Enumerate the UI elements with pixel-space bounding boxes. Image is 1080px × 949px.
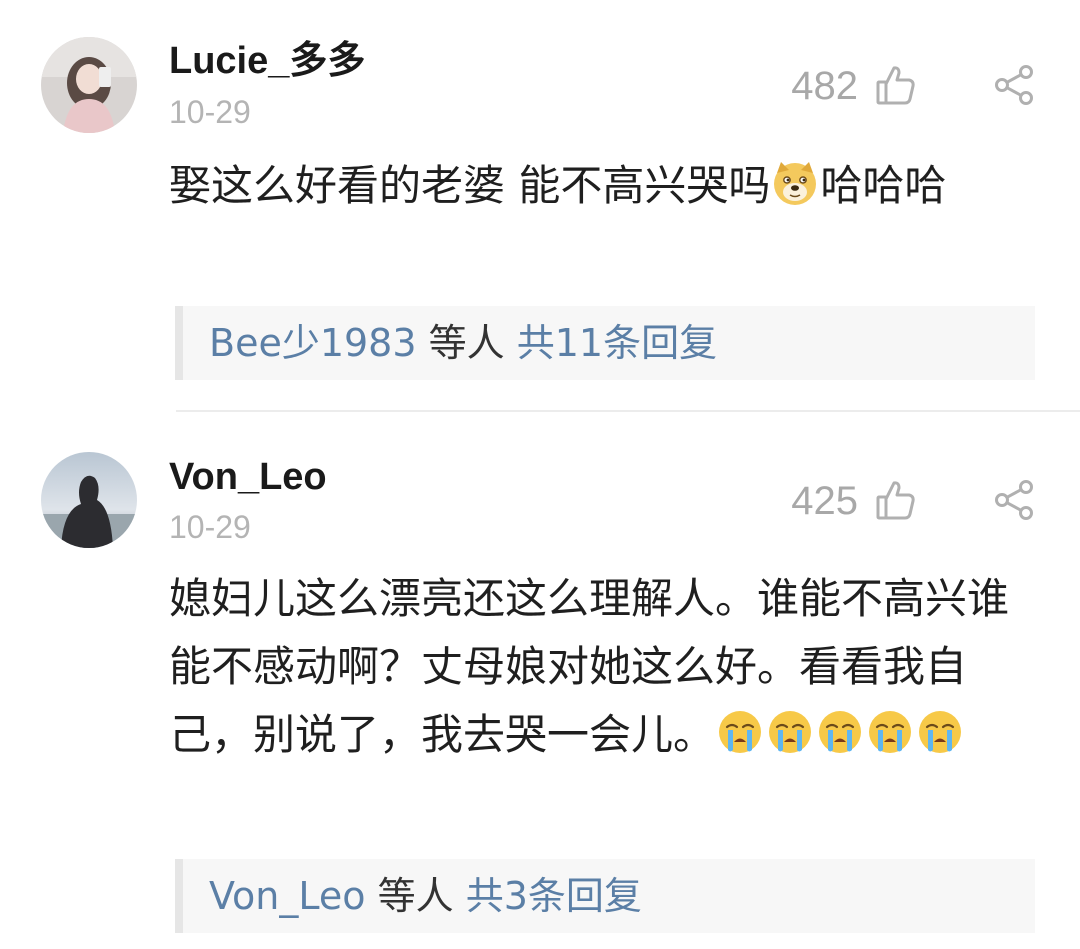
emoji-group [715, 710, 965, 759]
share-icon[interactable] [992, 478, 1036, 522]
like-count[interactable]: 425 [791, 478, 858, 524]
avatar[interactable] [41, 452, 137, 548]
reply-count-link[interactable]: 共3条回复 [466, 874, 642, 918]
reply-summary[interactable]: Bee少1983 等人 共11条回复 [175, 306, 1035, 380]
thumbs-up-icon[interactable] [874, 478, 918, 522]
divider [176, 410, 1080, 412]
reply-author-link[interactable]: Bee少1983 [209, 321, 417, 365]
like-count[interactable]: 482 [791, 63, 858, 109]
crying-emoji [866, 708, 914, 756]
reply-count-link[interactable]: 共11条回复 [517, 321, 717, 365]
comment-date: 10-29 [169, 509, 251, 545]
crying-emoji [916, 708, 964, 756]
share-icon[interactable] [992, 63, 1036, 107]
reply-author-link[interactable]: Von_Leo [209, 874, 366, 918]
thumbs-up-icon[interactable] [874, 63, 918, 107]
comment-text: 媳妇儿这么漂亮还这么理解人。谁能不高兴谁能不感动啊？丈母娘对她这么好。看看我自己… [169, 565, 1039, 769]
username[interactable]: Von_Leo [169, 454, 327, 500]
avatar[interactable] [41, 37, 137, 133]
reply-summary-text: 等人 [416, 321, 517, 365]
doge-emoji [771, 159, 819, 207]
comment-item: Von_Leo 10-29 425 媳妇儿这么漂亮还这么理解人。谁能不高兴谁能不… [0, 413, 1080, 949]
comment-item: Lucie_多多 10-29 482 娶这么好看的老婆 能不高兴哭吗 哈哈哈 B… [0, 0, 1080, 410]
comment-text: 娶这么好看的老婆 能不高兴哭吗 哈哈哈 [169, 152, 1039, 220]
comment-date: 10-29 [169, 94, 251, 130]
crying-emoji [816, 708, 864, 756]
crying-emoji [716, 708, 764, 756]
reply-summary-text: 等人 [365, 874, 466, 918]
reply-summary[interactable]: Von_Leo 等人 共3条回复 [175, 859, 1035, 933]
comment-text-part: 娶这么好看的老婆 能不高兴哭吗 [169, 161, 771, 210]
crying-emoji [766, 708, 814, 756]
username[interactable]: Lucie_多多 [169, 38, 365, 84]
comment-text-part: 哈哈哈 [820, 161, 947, 210]
